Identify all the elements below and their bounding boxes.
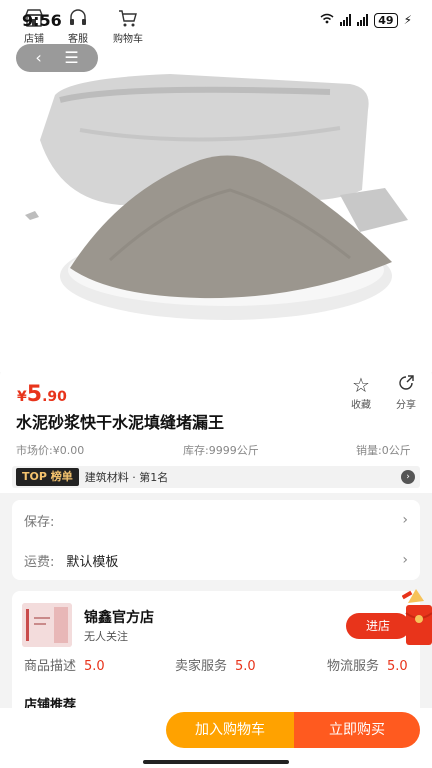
clock-time: 9:56 xyxy=(22,10,62,30)
share-icon xyxy=(388,374,424,396)
battery-icon: 49 xyxy=(374,12,398,28)
price-integer: 5 xyxy=(26,382,43,407)
home-indicator xyxy=(143,760,289,764)
shipping-row[interactable]: 运费: 默认模板 › xyxy=(24,548,408,572)
stock: 库存:9999公斤 xyxy=(183,444,259,457)
favorite-button[interactable]: ☆ 收藏 xyxy=(343,374,379,411)
shipping-label: 运费: xyxy=(24,554,55,570)
protect-label: 保存: xyxy=(24,514,55,530)
share-label: 分享 xyxy=(396,400,416,411)
charging-icon: ⚡ xyxy=(403,13,412,27)
chevron-right-icon: › xyxy=(402,512,408,528)
product-detail-screen: 9:56 49 ⚡ ‹ ☰ ¥5.90 ☆ 收藏 分享 水泥砂浆快干水泥填缝堵漏… xyxy=(0,0,432,768)
store-logo[interactable] xyxy=(22,603,72,647)
ranking-bar[interactable]: TOP 榜单 建筑材料 · 第1名 › xyxy=(12,466,420,488)
store-followers: 无人关注 xyxy=(84,630,128,643)
price-symbol: ¥ xyxy=(17,389,27,405)
score-service: 卖家服务 5.0 xyxy=(175,659,256,674)
enter-store-button[interactable]: 进店 xyxy=(346,613,410,639)
favorite-label: 收藏 xyxy=(351,400,371,411)
status-bar: 9:56 49 ⚡ xyxy=(0,0,432,40)
options-card: 保存: › 运费: 默认模板 › xyxy=(12,500,420,580)
chevron-left-icon[interactable]: ‹ xyxy=(35,50,41,66)
add-to-cart-button[interactable]: 加入购物车 xyxy=(166,712,294,748)
score-description: 商品描述 5.0 xyxy=(24,659,105,674)
star-icon: ☆ xyxy=(352,373,370,397)
product-title: 水泥砂浆快干水泥填缝堵漏王 xyxy=(16,413,225,432)
red-packet-icon[interactable] xyxy=(401,583,432,653)
ranking-text: 建筑材料 · 第1名 xyxy=(84,471,169,484)
score-logistics: 物流服务 5.0 xyxy=(327,659,408,674)
chevron-right-icon: › xyxy=(401,470,415,484)
price-decimal: .90 xyxy=(42,389,67,405)
signal-icon xyxy=(357,14,369,26)
protect-row[interactable]: 保存: › xyxy=(24,508,408,532)
buy-now-button[interactable]: 立即购买 xyxy=(294,712,420,748)
share-button[interactable]: 分享 xyxy=(388,374,424,411)
shipping-value: 默认模板 xyxy=(66,554,119,570)
signal-icon xyxy=(340,14,352,26)
store-name: 锦鑫官方店 xyxy=(84,610,154,626)
ranking-tag: TOP 榜单 xyxy=(16,468,79,486)
wifi-icon xyxy=(320,13,334,27)
market-price: 市场价:¥0.00 xyxy=(16,444,85,457)
sales: 销量:0公斤 xyxy=(356,444,411,457)
nav-pill: ‹ ☰ xyxy=(16,44,98,72)
menu-icon[interactable]: ☰ xyxy=(64,50,78,66)
chevron-right-icon: › xyxy=(402,552,408,568)
price: ¥5.90 xyxy=(17,382,67,407)
status-icons: 49 ⚡ xyxy=(320,12,412,28)
